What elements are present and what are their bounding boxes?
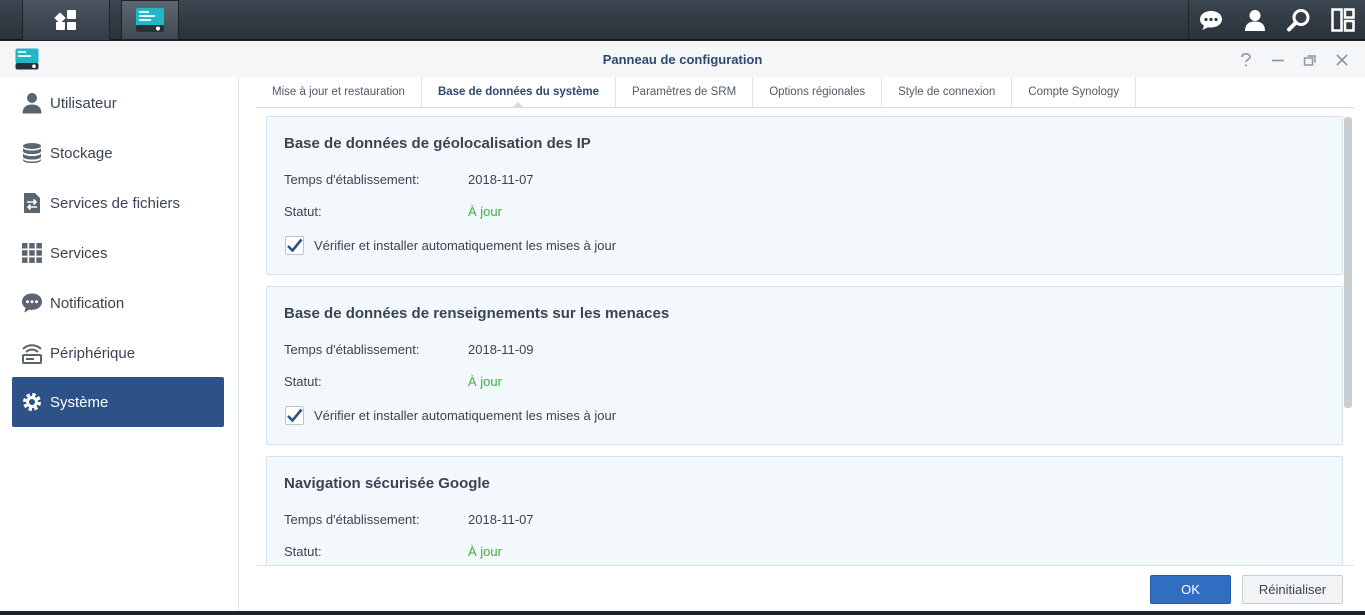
auto-update-label: Vérifier et installer automatiquement le… — [314, 408, 617, 423]
tab-options-regionales[interactable]: Options régionales — [753, 77, 883, 107]
panel-title: Base de données de renseignements sur le… — [284, 305, 670, 322]
auto-update-checkbox[interactable] — [285, 406, 304, 425]
google-safe-browsing-panel: Navigation sécurisée Google Temps d'étab… — [266, 456, 1343, 566]
chat-icon — [1200, 11, 1222, 30]
sidebar-item-label: Utilisateur — [50, 94, 117, 112]
window-title: Panneau de configuration — [602, 52, 763, 67]
status-label: Statut: — [284, 544, 322, 559]
build-time-label: Temps d'établissement: — [284, 342, 420, 357]
file-services-icon — [20, 191, 44, 215]
desktop-bottom-edge — [0, 611, 1365, 615]
search-button[interactable] — [1277, 0, 1321, 40]
control-panel-window: Panneau de configuration Utilisateur Sto… — [0, 41, 1365, 611]
geoip-database-panel: Base de données de géolocalisation des I… — [266, 116, 1343, 275]
tab-compte-synology[interactable]: Compte Synology — [1012, 77, 1137, 107]
storage-icon — [20, 141, 44, 165]
widgets-button[interactable] — [1321, 0, 1365, 40]
panel-title: Navigation sécurisée Google — [284, 475, 490, 492]
sidebar-item-label: Périphérique — [50, 344, 136, 362]
sidebar-item-label: Système — [50, 393, 109, 411]
sidebar-item-utilisateur[interactable]: Utilisateur — [12, 78, 224, 128]
search-icon — [1287, 9, 1310, 32]
sidebar-item-notification[interactable]: Notification — [12, 278, 224, 328]
close-button[interactable] — [1333, 51, 1351, 69]
content-scrollbar[interactable] — [1344, 117, 1352, 408]
taskbar-control-panel-button[interactable] — [121, 0, 179, 40]
notification-icon — [20, 291, 44, 315]
checkmark-icon — [287, 408, 303, 423]
help-icon — [1241, 53, 1251, 67]
footer-bar: OK Réinitialiser — [256, 565, 1354, 611]
gear-icon — [20, 390, 44, 414]
restore-icon — [1303, 55, 1316, 66]
panel-title: Base de données de géolocalisation des I… — [284, 135, 591, 152]
build-time-value: 2018-11-07 — [468, 512, 534, 527]
tab-bar: Mise à jour et restauration Base de donn… — [256, 77, 1354, 108]
tab-base-de-donnees-du-systeme[interactable]: Base de données du système — [422, 77, 617, 108]
auto-update-checkbox-row[interactable]: Vérifier et installer automatiquement le… — [285, 406, 616, 425]
sidebar-item-services[interactable]: Services — [12, 228, 224, 278]
sidebar-item-label: Stockage — [50, 144, 113, 162]
auto-update-checkbox[interactable] — [285, 236, 304, 255]
sidebar-item-label: Services — [50, 244, 108, 262]
checkmark-icon — [287, 238, 303, 253]
status-label: Statut: — [284, 374, 322, 389]
user-icon — [1245, 10, 1265, 31]
taskbar — [0, 0, 1365, 40]
window-controls — [1237, 51, 1351, 69]
widgets-icon — [1331, 8, 1355, 32]
tab-parametres-de-srm[interactable]: Paramètres de SRM — [616, 77, 754, 107]
build-time-value: 2018-11-07 — [468, 172, 534, 187]
chat-button[interactable] — [1189, 0, 1233, 40]
status-value: À jour — [468, 544, 502, 559]
sidebar-item-label: Notification — [50, 294, 125, 312]
tab-style-de-connexion[interactable]: Style de connexion — [882, 77, 1013, 107]
minimize-button[interactable] — [1269, 51, 1287, 69]
sidebar-item-label: Services de fichiers — [50, 194, 181, 212]
reset-button[interactable]: Réinitialiser — [1242, 575, 1343, 604]
main-menu-button[interactable] — [22, 0, 110, 40]
control-panel-app-icon — [136, 8, 164, 32]
main-menu-icon — [54, 10, 76, 30]
restore-button[interactable] — [1301, 51, 1319, 69]
sidebar-item-peripherique[interactable]: Périphérique — [12, 328, 224, 378]
help-button[interactable] — [1237, 51, 1255, 69]
taskbar-tray — [1188, 0, 1365, 40]
threat-intelligence-database-panel: Base de données de renseignements sur le… — [266, 286, 1343, 445]
user-icon — [20, 91, 44, 115]
build-time-value: 2018-11-09 — [468, 342, 534, 357]
device-icon — [20, 341, 44, 365]
auto-update-checkbox-row[interactable]: Vérifier et installer automatiquement le… — [285, 236, 616, 255]
auto-update-label: Vérifier et installer automatiquement le… — [314, 238, 617, 253]
ok-button[interactable]: OK — [1150, 575, 1231, 604]
sidebar-item-services-de-fichiers[interactable]: Services de fichiers — [12, 178, 224, 228]
build-time-label: Temps d'établissement: — [284, 512, 420, 527]
status-value: À jour — [468, 374, 502, 389]
build-time-label: Temps d'établissement: — [284, 172, 420, 187]
content-area: Base de données de géolocalisation des I… — [256, 110, 1354, 566]
minimize-icon — [1272, 59, 1284, 62]
sidebar-item-systeme[interactable]: Système — [12, 377, 224, 427]
status-value: À jour — [468, 204, 502, 219]
tab-mise-a-jour-et-restauration[interactable]: Mise à jour et restauration — [256, 77, 422, 107]
status-label: Statut: — [284, 204, 322, 219]
sidebar-item-stockage[interactable]: Stockage — [12, 128, 224, 178]
services-grid-icon — [20, 241, 44, 265]
close-icon — [1336, 54, 1348, 66]
window-titlebar: Panneau de configuration — [0, 41, 1365, 77]
sidebar: Utilisateur Stockage Services de fichier… — [0, 77, 239, 611]
user-account-button[interactable] — [1233, 0, 1277, 40]
